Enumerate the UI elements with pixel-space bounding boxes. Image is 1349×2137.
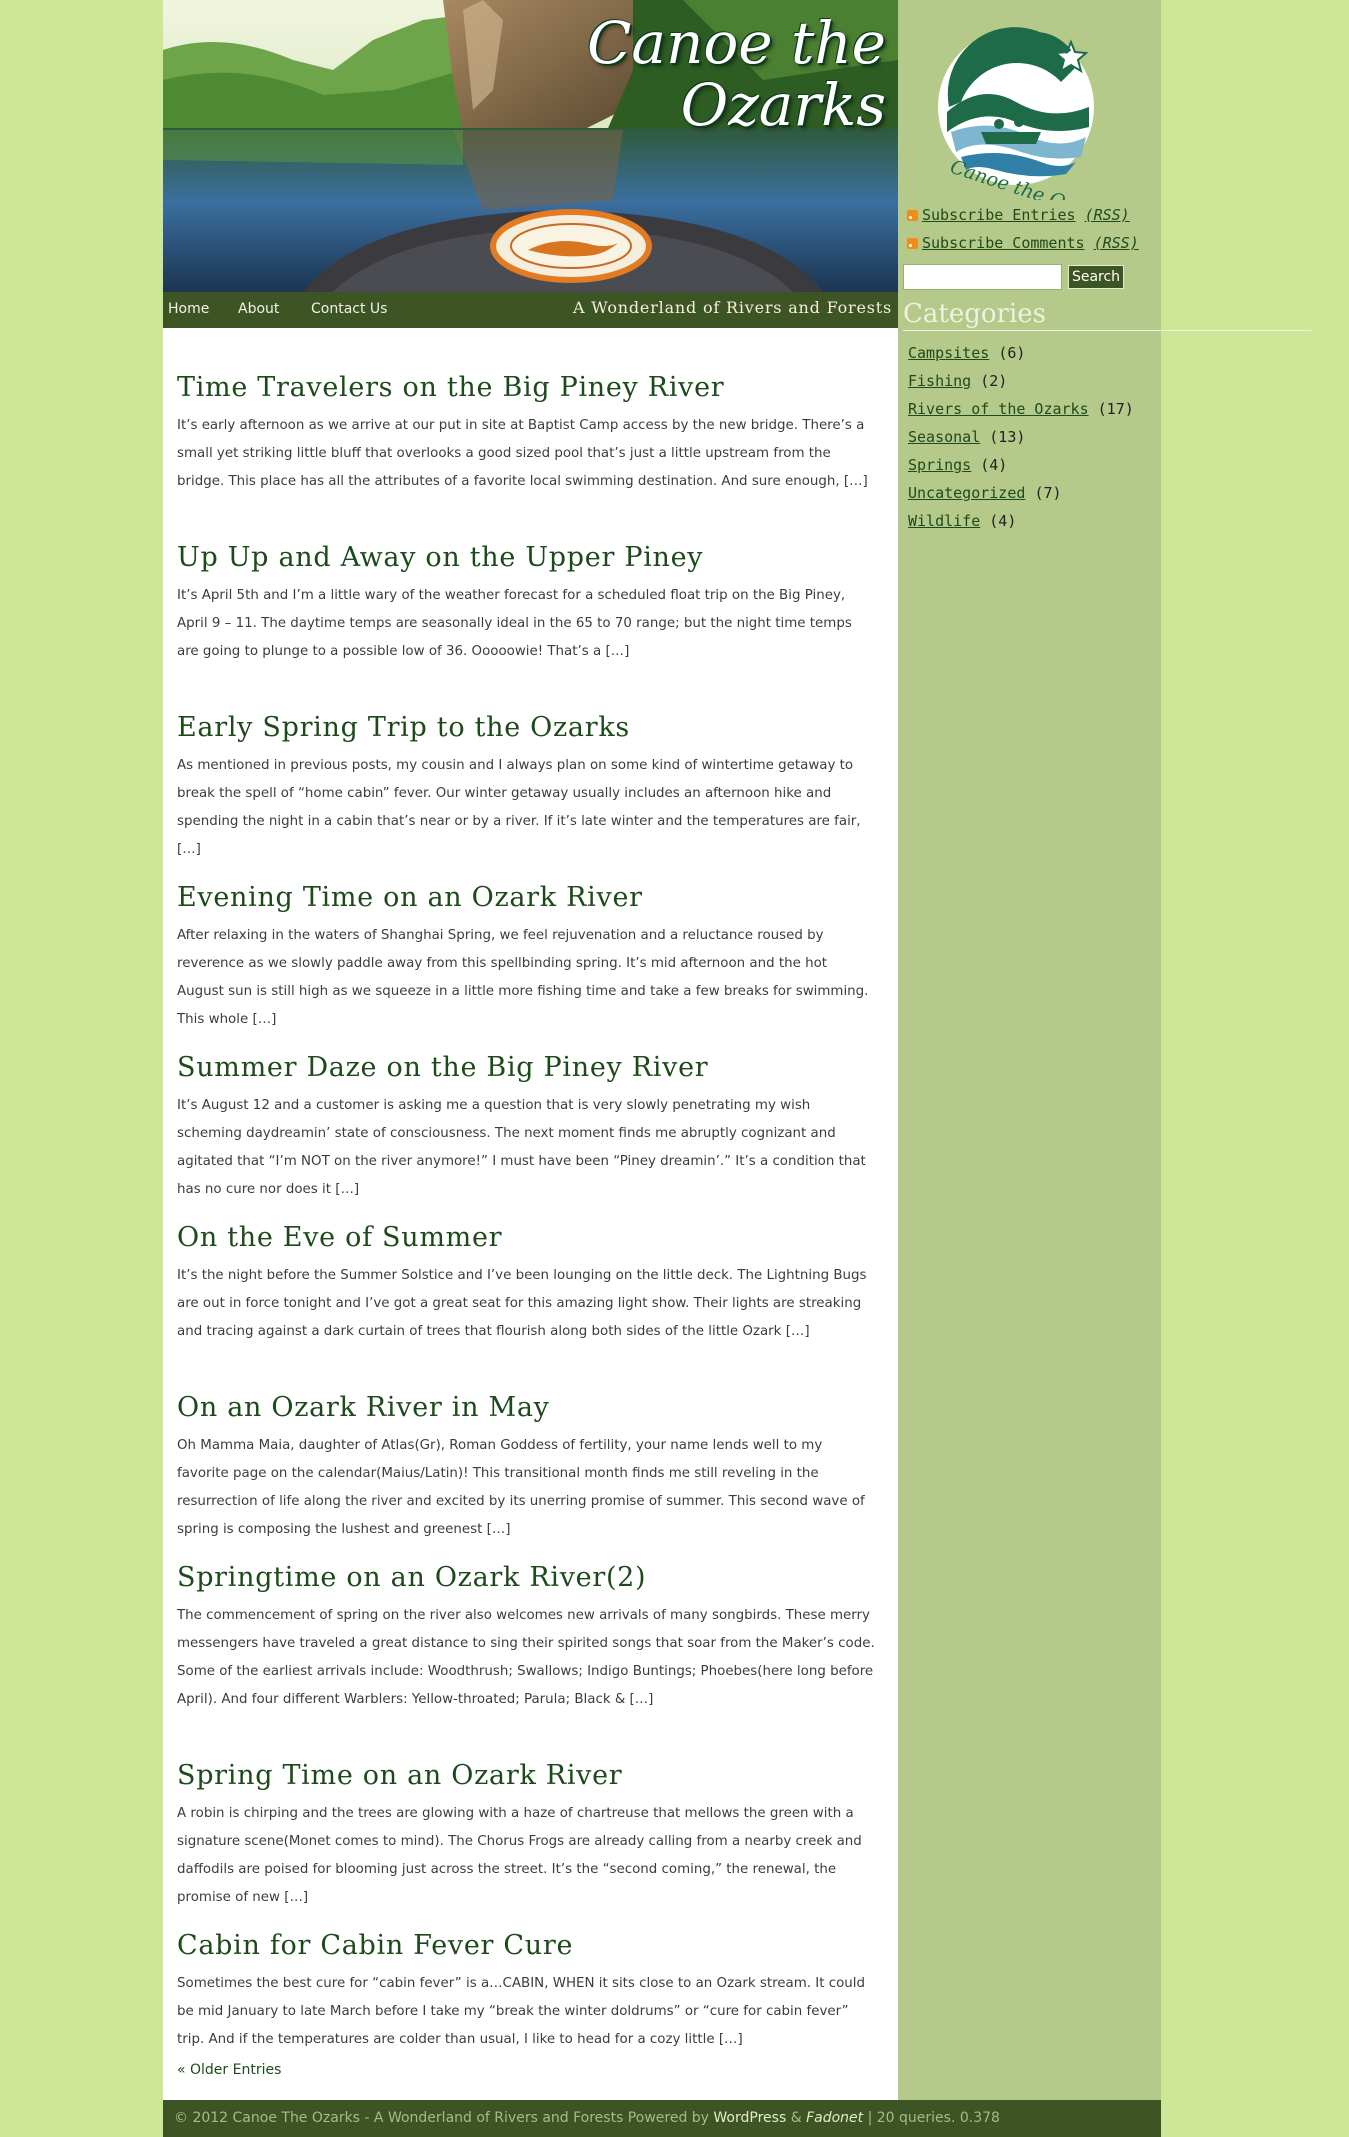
post-excerpt: Springtime on an Ozark River(2) The comm… (177, 1558, 877, 1756)
post-summary: Oh Mamma Maia, daughter of Atlas(Gr), Ro… (177, 1438, 865, 1537)
category-link[interactable]: Uncategorized (908, 484, 1025, 502)
theme-link[interactable]: Fadonet (806, 2110, 863, 2126)
category-link[interactable]: Fishing (908, 372, 971, 390)
post-summary: It’s early afternoon as we arrive at our… (177, 418, 868, 489)
category-link[interactable]: Rivers of the Ozarks (908, 400, 1089, 418)
category-link[interactable]: Springs (908, 456, 971, 474)
site-title-line-2: Ozarks (680, 71, 886, 139)
category-item: Uncategorized (7) (908, 481, 1134, 509)
post-title-link[interactable]: Evening Time on an Ozark River (177, 878, 877, 918)
category-count: (4) (989, 512, 1017, 530)
category-link[interactable]: Wildlife (908, 512, 980, 530)
post-title-link[interactable]: Spring Time on an Ozark River (177, 1756, 877, 1796)
feed-label: Subscribe Entries (922, 206, 1076, 224)
categories-heading: Categories (903, 298, 1311, 331)
category-count: (13) (989, 428, 1026, 446)
category-item: Seasonal (13) (908, 425, 1134, 453)
category-item: Campsites (6) (908, 341, 1134, 369)
post-summary: After relaxing in the waters of Shanghai… (177, 928, 869, 1027)
footer-stats: | 20 queries. 0.378 (863, 2110, 1000, 2126)
post-summary: It’s April 5th and I’m a little wary of … (177, 588, 852, 659)
post-title-link[interactable]: Summer Daze on the Big Piney River (177, 1048, 877, 1088)
post-excerpt: Cabin for Cabin Fever Cure Sometimes the… (177, 1926, 877, 2096)
post-summary: The commencement of spring on the river … (177, 1608, 875, 1707)
category-count: (17) (1097, 400, 1134, 418)
site-title[interactable]: Canoe the Ozarks (587, 12, 886, 136)
category-link[interactable]: Seasonal (908, 428, 980, 446)
subscribe-entries-link[interactable]: Subscribe Entries (RSS) (907, 206, 1130, 228)
rss-icon (907, 238, 918, 249)
category-count: (2) (980, 372, 1008, 390)
category-item: Springs (4) (908, 453, 1134, 481)
rss-icon (907, 210, 918, 221)
category-count: (4) (980, 456, 1008, 474)
nav-about[interactable]: About (238, 292, 279, 328)
post-excerpt: Early Spring Trip to the Ozarks As menti… (177, 708, 877, 878)
site-tagline: A Wonderland of Rivers and Forests (572, 298, 892, 317)
feed-suffix: (RSS) (1093, 234, 1139, 252)
category-item: Wildlife (4) (908, 509, 1134, 537)
category-count: (6) (998, 344, 1026, 362)
post-title-link[interactable]: Up Up and Away on the Upper Piney (177, 538, 877, 578)
site-title-line-1: Canoe the (587, 9, 886, 77)
footer-copyright: © 2012 Canoe The Ozarks - A Wonderland o… (174, 2110, 714, 2126)
category-count: (7) (1034, 484, 1062, 502)
older-entries-link[interactable]: « Older Entries (177, 2062, 281, 2078)
post-excerpt: On the Eve of Summer It’s the night befo… (177, 1218, 877, 1388)
subscribe-comments-link[interactable]: Subscribe Comments (RSS) (907, 234, 1139, 256)
search-input[interactable] (903, 264, 1062, 290)
main-navigation: Home About Contact Us A Wonderland of Ri… (163, 292, 898, 328)
post-excerpt: Evening Time on an Ozark River After rel… (177, 878, 877, 1048)
post-summary: Sometimes the best cure for “cabin fever… (177, 1976, 866, 2047)
wordpress-link[interactable]: WordPress (713, 2110, 786, 2126)
post-excerpt: Up Up and Away on the Upper Piney It’s A… (177, 538, 877, 708)
header-banner[interactable]: Canoe the Ozarks (163, 0, 898, 292)
categories-list: Campsites (6) Fishing (2) Rivers of the … (908, 341, 1134, 537)
post-excerpt: Time Travelers on the Big Piney River It… (177, 368, 877, 538)
post-title-link[interactable]: On the Eve of Summer (177, 1218, 877, 1258)
feed-label: Subscribe Comments (922, 234, 1085, 252)
category-link[interactable]: Campsites (908, 344, 989, 362)
search-button[interactable]: Search (1068, 265, 1124, 289)
canoe-the-ozarks-logo[interactable]: Canoe the Ozarks (921, 12, 1111, 200)
post-title-link[interactable]: Time Travelers on the Big Piney River (177, 368, 877, 408)
footer-ampersand: & (786, 2110, 807, 2126)
post-title-link[interactable]: Springtime on an Ozark River(2) (177, 1558, 877, 1598)
post-summary: A robin is chirping and the trees are gl… (177, 1806, 862, 1905)
nav-home[interactable]: Home (168, 292, 209, 328)
post-summary: It’s August 12 and a customer is asking … (177, 1098, 866, 1197)
category-item: Fishing (2) (908, 369, 1134, 397)
post-title-link[interactable]: Early Spring Trip to the Ozarks (177, 708, 877, 748)
feed-suffix: (RSS) (1084, 206, 1130, 224)
site-footer: © 2012 Canoe The Ozarks - A Wonderland o… (163, 2100, 1161, 2137)
post-title-link[interactable]: Cabin for Cabin Fever Cure (177, 1926, 877, 1966)
post-summary: It’s the night before the Summer Solstic… (177, 1268, 867, 1339)
post-excerpt: On an Ozark River in May Oh Mamma Maia, … (177, 1388, 877, 1558)
page-wrapper: Canoe the Ozarks Home About Contact Us A… (163, 0, 1311, 2137)
post-title-link[interactable]: On an Ozark River in May (177, 1388, 877, 1428)
post-list: Time Travelers on the Big Piney River It… (177, 368, 877, 2096)
post-excerpt: Summer Daze on the Big Piney River It’s … (177, 1048, 877, 1218)
post-excerpt: Spring Time on an Ozark River A robin is… (177, 1756, 877, 1926)
category-item: Rivers of the Ozarks (17) (908, 397, 1134, 425)
nav-contact-us[interactable]: Contact Us (311, 292, 387, 328)
post-summary: As mentioned in previous posts, my cousi… (177, 758, 861, 857)
